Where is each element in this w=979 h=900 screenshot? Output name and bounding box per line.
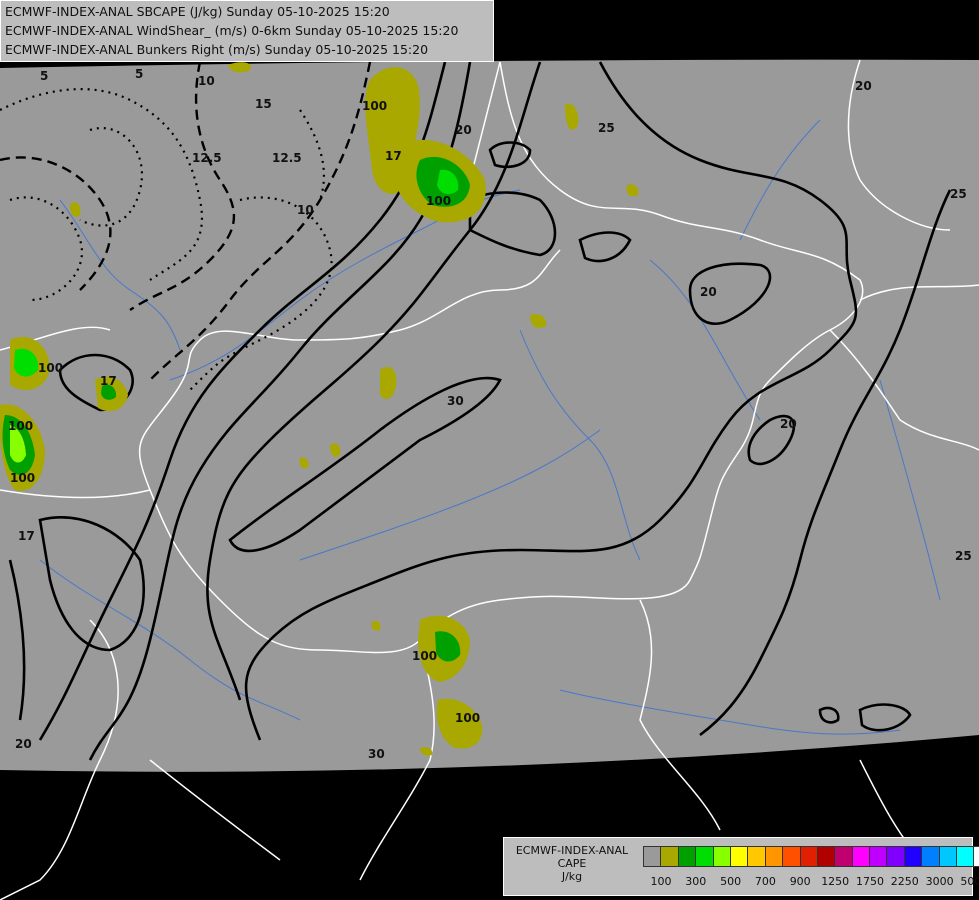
legend-tick-label: 1250 bbox=[821, 875, 850, 888]
contour-label: 20 bbox=[780, 417, 797, 431]
contour-label: 15 bbox=[255, 97, 272, 111]
contour-label: 25 bbox=[598, 121, 615, 135]
legend-swatch bbox=[800, 847, 818, 866]
legend-swatch bbox=[852, 847, 871, 866]
contour-label: 10 bbox=[297, 203, 314, 217]
legend-tick-label: 5000 bbox=[960, 875, 979, 888]
contour-label: 20 bbox=[455, 123, 472, 137]
legend-swatch bbox=[696, 847, 714, 866]
legend-swatch bbox=[678, 847, 697, 866]
legend-tick-labels: 100 300 500 700 900 1250 1750 2250 3000 5000 bbox=[643, 875, 979, 889]
legend-swatch bbox=[887, 847, 905, 866]
contour-label: 100 bbox=[8, 419, 33, 433]
legend-swatch bbox=[748, 847, 766, 866]
legend-swatch bbox=[835, 847, 853, 866]
legend-swatch bbox=[870, 847, 888, 866]
contour-label: 25 bbox=[955, 549, 972, 563]
legend-swatch bbox=[713, 847, 731, 866]
contour-label: 25 bbox=[950, 187, 967, 201]
legend-swatch bbox=[957, 847, 975, 866]
contour-label: 5 bbox=[40, 69, 48, 83]
contour-label: 12.5 bbox=[192, 151, 222, 165]
map-title-box: ECMWF-INDEX-ANAL SBCAPE (J/kg) Sunday 05… bbox=[0, 0, 494, 62]
weather-map: 5 5 10 15 12.5 12.5 10 100 17 20 25 20 2… bbox=[0, 0, 979, 900]
contour-label: 100 bbox=[412, 649, 437, 663]
legend-tick-label: 300 bbox=[685, 875, 707, 888]
contour-label: 100 bbox=[38, 361, 63, 375]
legend-color-scale bbox=[643, 846, 979, 867]
contour-label: 17 bbox=[385, 149, 402, 163]
contour-label: 20 bbox=[15, 737, 32, 751]
contour-label: 12.5 bbox=[272, 151, 302, 165]
contour-label: 20 bbox=[855, 79, 872, 93]
legend-swatch bbox=[644, 847, 662, 866]
contour-label: 100 bbox=[10, 471, 35, 485]
legend-swatch bbox=[817, 847, 836, 866]
contour-label: 5 bbox=[135, 67, 143, 81]
legend-swatch bbox=[783, 847, 801, 866]
contour-label: 30 bbox=[447, 394, 464, 408]
contour-label: 17 bbox=[100, 374, 117, 388]
legend-title-source: ECMWF-INDEX-ANAL bbox=[515, 844, 629, 857]
legend-swatch bbox=[661, 847, 679, 866]
contour-label: 17 bbox=[18, 529, 35, 543]
title-line-bunkers: ECMWF-INDEX-ANAL Bunkers Right (m/s) Sun… bbox=[5, 42, 429, 57]
cape-legend: ECMWF-INDEX-ANAL CAPE J/kg 100 300 500 700 9… bbox=[503, 837, 979, 896]
legend-tick-label: 900 bbox=[789, 875, 811, 888]
legend-title: ECMWF-INDEX-ANAL CAPE J/kg bbox=[506, 844, 638, 883]
legend-swatch bbox=[939, 847, 958, 866]
legend-swatch bbox=[904, 847, 923, 866]
legend-tick-label: 2250 bbox=[890, 875, 919, 888]
legend-swatch bbox=[922, 847, 940, 866]
legend-tick-label: 100 bbox=[650, 875, 672, 888]
legend-swatch bbox=[730, 847, 749, 866]
legend-tick-label: 3000 bbox=[925, 875, 954, 888]
contour-label: 10 bbox=[198, 74, 215, 88]
contour-label: 100 bbox=[426, 194, 451, 208]
title-line-sbcape: ECMWF-INDEX-ANAL SBCAPE (J/kg) Sunday 05… bbox=[5, 4, 390, 19]
legend-tick-label: 700 bbox=[754, 875, 776, 888]
model-domain-area bbox=[0, 59, 979, 772]
legend-title-unit: J/kg bbox=[561, 870, 583, 883]
contour-label: 100 bbox=[455, 711, 480, 725]
contour-label: 20 bbox=[700, 285, 717, 299]
contour-label: 30 bbox=[368, 747, 385, 761]
legend-swatch bbox=[765, 847, 784, 866]
legend-tick-label: 1750 bbox=[856, 875, 884, 888]
legend-swatch bbox=[974, 847, 979, 866]
title-line-windshear: ECMWF-INDEX-ANAL WindShear_ (m/s) 0-6km … bbox=[5, 23, 459, 38]
contour-label: 100 bbox=[362, 99, 387, 113]
legend-title-variable: CAPE bbox=[557, 857, 587, 870]
legend-tick-label: 500 bbox=[720, 875, 742, 888]
